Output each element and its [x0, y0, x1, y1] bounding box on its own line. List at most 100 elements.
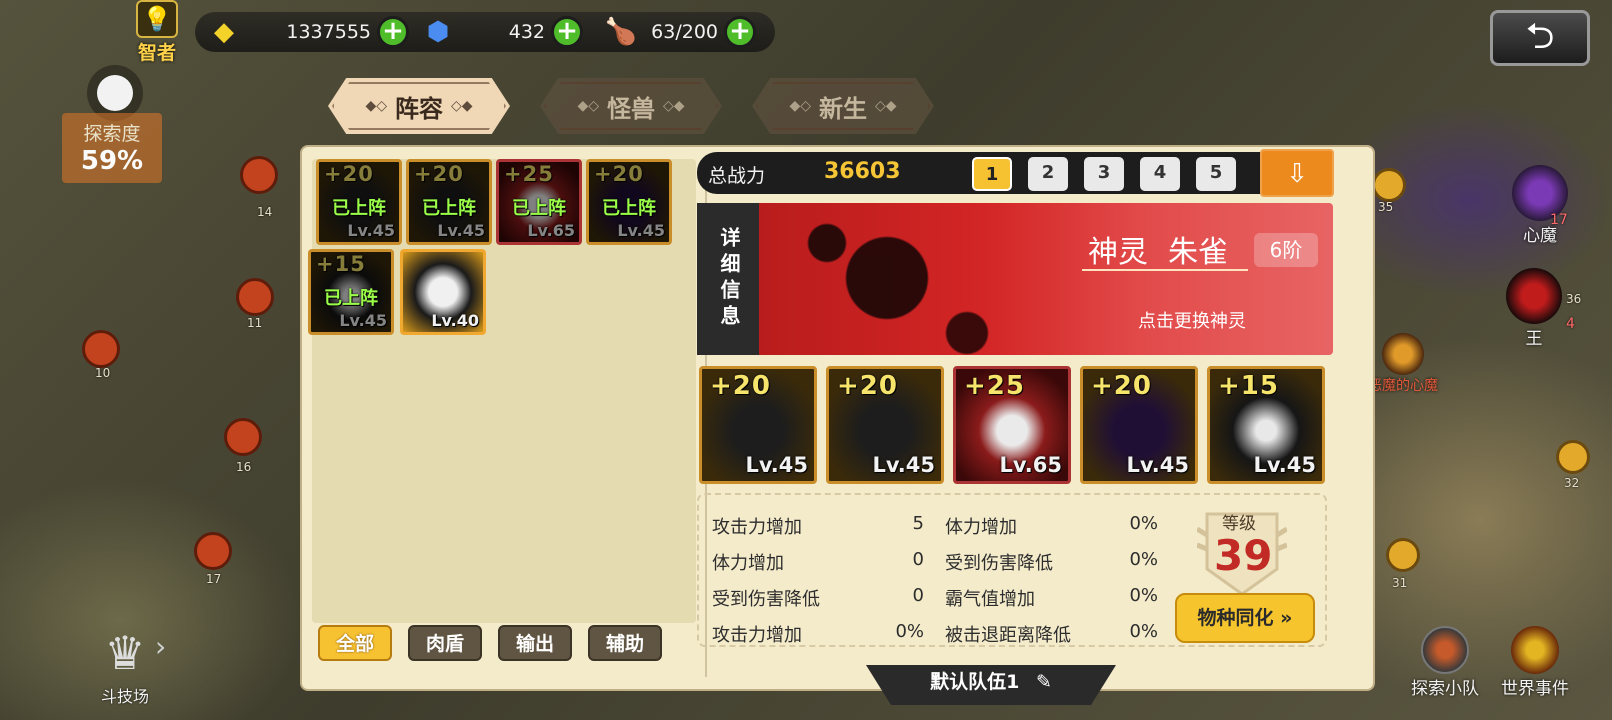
explore-team-button[interactable]: 探索小队: [1404, 626, 1486, 699]
stat-value: 0%: [1129, 621, 1158, 642]
stat-value: 0%: [895, 621, 924, 642]
king-icon: [1506, 268, 1562, 324]
card-level: Lv.40: [431, 311, 479, 330]
king-count: 4: [1566, 316, 1575, 332]
map-node[interactable]: [82, 330, 120, 368]
map-node[interactable]: [1372, 168, 1406, 202]
map-node-number: 10: [95, 366, 111, 380]
world-event-button[interactable]: 世界事件: [1494, 626, 1576, 699]
add-meat-button[interactable]: +: [724, 16, 756, 48]
explore-label: 探索度: [83, 123, 141, 145]
sage-label: 智者: [137, 42, 176, 64]
add-gold-button[interactable]: +: [377, 16, 409, 48]
filter-dps-button[interactable]: 输出: [498, 625, 572, 661]
roster-card[interactable]: Lv.40: [400, 249, 486, 335]
gold-value: 1337555: [286, 21, 371, 43]
ornament-icon: ◇◆: [875, 98, 897, 114]
add-gem-button[interactable]: +: [551, 16, 583, 48]
total-power-value: 36603: [824, 159, 901, 184]
roster-card[interactable]: +20 Lv.45 已上阵: [586, 159, 672, 245]
deployed-label: 已上阵: [324, 288, 378, 309]
gold-icon: ◆: [214, 17, 234, 47]
roster-card[interactable]: +20 Lv.45 已上阵: [406, 159, 492, 245]
menu-circle-button[interactable]: [97, 75, 133, 111]
card-level: Lv.65: [999, 453, 1062, 477]
world-event-label: 世界事件: [1501, 679, 1569, 699]
explore-value: 59%: [80, 146, 144, 176]
lineup-card[interactable]: +25 Lv.65: [953, 366, 1071, 484]
lineup-card[interactable]: +20 Lv.45: [1080, 366, 1198, 484]
roster-card[interactable]: +25 Lv.65 已上阵: [496, 159, 582, 245]
arena-icon: ♛: [104, 626, 146, 680]
card-plus: +25: [964, 371, 1025, 401]
heart-demon-label: 心魔: [1523, 226, 1557, 246]
back-button[interactable]: ⮌: [1490, 10, 1590, 66]
team-name: 默认队伍1: [930, 671, 1020, 693]
heart-demon-node[interactable]: 心魔: [1500, 165, 1580, 246]
team-slot-3[interactable]: 3: [1084, 157, 1124, 191]
team-slot-5[interactable]: 5: [1196, 157, 1236, 191]
team-slot-4[interactable]: 4: [1140, 157, 1180, 191]
spirit-underline: [1082, 269, 1248, 271]
swap-team-button[interactable]: ⇩: [1260, 149, 1334, 197]
ornament-icon: ◆◇: [577, 98, 599, 114]
stat-value: 0%: [1129, 585, 1158, 606]
arena-label: 斗技场: [100, 687, 149, 706]
meat-icon: 🍗: [604, 17, 638, 47]
sage-button[interactable]: 💡 智者: [132, 0, 182, 64]
king-node[interactable]: 王: [1494, 268, 1574, 349]
explore-progress: 探索度 59%: [62, 113, 162, 183]
map-node[interactable]: [236, 278, 274, 316]
gem-resource: ⬢ 432 +: [421, 14, 583, 50]
spirit-rank-badge: 6阶: [1254, 233, 1318, 267]
team-slot-1[interactable]: 1: [972, 157, 1012, 191]
spirit-name: 朱雀: [1168, 235, 1228, 270]
map-node[interactable]: [194, 532, 232, 570]
tab-monsters[interactable]: ◆◇ 怪兽 ◇◆: [540, 78, 722, 134]
ornament-icon: ◇◆: [451, 98, 473, 114]
detail-info-tab[interactable]: 详细信息: [697, 203, 759, 355]
team-name-tab[interactable]: 默认队伍1 ✎: [866, 665, 1116, 705]
spirit-type: 神灵: [1088, 235, 1148, 270]
gold-resource: ◆ 1337555 +: [207, 14, 409, 50]
roster-card[interactable]: +15 Lv.45 已上阵: [308, 249, 394, 335]
vermilion-bird-art: [757, 203, 1037, 355]
map-node[interactable]: [1386, 538, 1420, 572]
tab-border: [756, 82, 930, 130]
change-spirit-hint[interactable]: 点击更换神灵: [1138, 307, 1246, 333]
map-node-number: 11: [247, 316, 263, 330]
stat-value: 0%: [1129, 513, 1158, 534]
lineup-card[interactable]: +20 Lv.45: [699, 366, 817, 484]
ornament-icon: ◆◇: [789, 98, 811, 114]
tab-rebirth[interactable]: ◆◇ 新生 ◇◆: [752, 78, 934, 134]
swap-icon: ⇩: [1286, 159, 1308, 189]
filter-all-button[interactable]: 全部: [318, 625, 392, 661]
stat-label: 攻击力增加: [712, 517, 802, 538]
meat-resource: 🍗 63/200 +: [604, 14, 756, 50]
lineup-card[interactable]: +15 Lv.45: [1207, 366, 1325, 484]
team-slot-2[interactable]: 2: [1028, 157, 1068, 191]
card-level: Lv.45: [1253, 453, 1316, 477]
king-node-number: 36: [1566, 292, 1582, 306]
card-plus: +20: [837, 371, 898, 401]
lineup-card[interactable]: +20 Lv.45: [826, 366, 944, 484]
card-level: Lv.45: [745, 453, 808, 477]
gem-value: 432: [508, 21, 545, 43]
filter-support-button[interactable]: 辅助: [588, 625, 662, 661]
deployed-label: 已上阵: [602, 198, 656, 219]
stat-value: 0: [912, 549, 924, 570]
tab-border: [544, 82, 718, 130]
lineup-panel: +20 Lv.45 已上阵 +20 Lv.45 已上阵 +25 Lv.65 已上…: [302, 147, 1373, 689]
roster-card[interactable]: +20 Lv.45 已上阵: [316, 159, 402, 245]
stat-label: 体力增加: [712, 553, 784, 574]
map-node[interactable]: [1556, 440, 1590, 474]
compass-icon: [1421, 626, 1469, 674]
chevron-right-icon[interactable]: ›: [155, 630, 166, 663]
tab-lineup[interactable]: ◆◇ 阵容 ◇◆: [328, 78, 510, 134]
map-node[interactable]: [224, 418, 262, 456]
species-sync-button[interactable]: 物种同化 »: [1175, 593, 1315, 643]
double-chevron-icon: »: [1280, 607, 1293, 629]
filter-tank-button[interactable]: 肉盾: [408, 625, 482, 661]
map-node[interactable]: [240, 156, 278, 194]
explore-team-label: 探索小队: [1411, 679, 1479, 699]
